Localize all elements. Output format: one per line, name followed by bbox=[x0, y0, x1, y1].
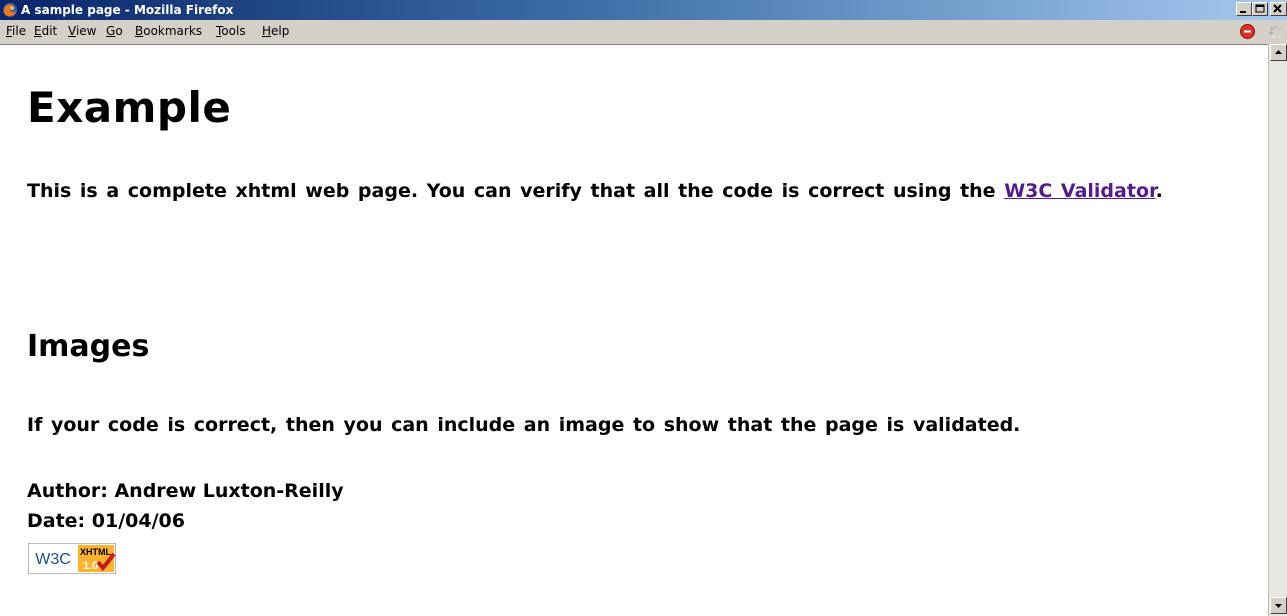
menu-view[interactable]: View bbox=[68, 24, 96, 38]
xhtml-valid-badge[interactable]: W3C XHTML 1.0 bbox=[28, 543, 116, 574]
scroll-down-button[interactable] bbox=[1270, 597, 1287, 614]
close-button[interactable] bbox=[1270, 2, 1287, 16]
browser-window: A sample page - Mozilla Firefox File Edi… bbox=[0, 0, 1287, 616]
firefox-icon[interactable] bbox=[2, 2, 18, 18]
w3c-validator-link[interactable]: W3C Validator bbox=[1004, 180, 1155, 202]
throbber-icon bbox=[1268, 24, 1284, 40]
menu-tools[interactable]: Tools bbox=[216, 24, 246, 38]
page-heading: Example bbox=[27, 83, 232, 132]
maximize-icon bbox=[1255, 4, 1265, 13]
scroll-up-button[interactable] bbox=[1270, 44, 1287, 61]
maximize-button[interactable] bbox=[1252, 2, 1268, 16]
menu-bookmarks[interactable]: Bookmarks bbox=[135, 24, 202, 38]
close-icon bbox=[1273, 4, 1282, 13]
date-line: Date: 01/04/06 bbox=[27, 510, 185, 532]
menu-file[interactable]: File bbox=[6, 24, 26, 38]
images-paragraph: If your code is correct, then you can in… bbox=[27, 414, 1021, 436]
menu-bar: File Edit View Go Bookmarks Tools Help bbox=[0, 20, 1287, 42]
scroll-down-arrow-icon bbox=[1275, 604, 1282, 608]
title-bar[interactable]: A sample page - Mozilla Firefox bbox=[0, 0, 1287, 20]
menu-go[interactable]: Go bbox=[106, 24, 123, 38]
badge-version-text: 1.0 bbox=[83, 560, 98, 572]
vertical-scrollbar[interactable] bbox=[1268, 44, 1287, 616]
menu-help[interactable]: Help bbox=[262, 24, 289, 38]
author-line: Author: Andrew Luxton-Reilly bbox=[27, 480, 344, 502]
badge-w3c-text: W3C bbox=[35, 551, 71, 568]
scroll-up-arrow-icon bbox=[1275, 50, 1282, 54]
minimize-button[interactable] bbox=[1236, 2, 1252, 16]
stop-icon[interactable] bbox=[1240, 24, 1255, 39]
page-content: Example This is a complete xhtml web pag… bbox=[0, 44, 1268, 616]
window-title: A sample page - Mozilla Firefox bbox=[21, 3, 234, 17]
minimize-icon bbox=[1240, 11, 1246, 13]
images-heading: Images bbox=[27, 329, 150, 364]
menu-edit[interactable]: Edit bbox=[34, 24, 57, 38]
intro-paragraph: This is a complete xhtml web page. You c… bbox=[27, 180, 1163, 202]
badge-xhtml-text: XHTML bbox=[80, 547, 111, 557]
